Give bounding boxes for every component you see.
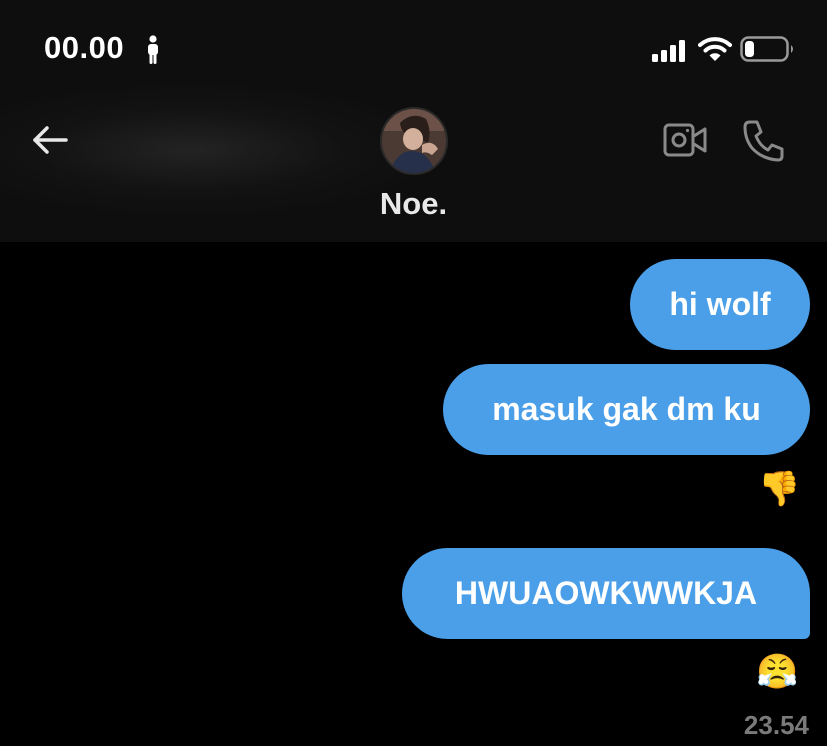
wifi-icon — [698, 37, 732, 61]
back-arrow-button[interactable] — [30, 120, 70, 160]
thumbs-down-reaction-icon[interactable]: 👎 — [758, 472, 800, 506]
message-text: hi wolf — [669, 286, 771, 322]
person-icon — [148, 35, 158, 64]
steaming-face-reaction-icon[interactable]: 😤 — [756, 655, 798, 689]
avatar-photo — [382, 109, 446, 173]
contact-name[interactable]: Noe. — [0, 186, 827, 222]
cellular-signal-icon — [652, 40, 685, 62]
chat-header: 00.00 Noe. — [0, 0, 827, 242]
message-bubble-outgoing[interactable]: masuk gak dm ku — [443, 364, 810, 455]
status-time: 00.00 — [44, 30, 125, 65]
video-call-button[interactable] — [663, 122, 707, 158]
message-bubble-outgoing[interactable]: hi wolf — [630, 259, 810, 350]
message-text: masuk gak dm ku — [492, 391, 761, 427]
battery-low-icon — [740, 36, 793, 62]
message-bubble-outgoing[interactable]: HWUAOWKWWKJA — [402, 548, 810, 639]
message-timestamp: 23.54 — [743, 710, 809, 740]
message-text: HWUAOWKWWKJA — [454, 575, 758, 611]
chat-screen: 00.00 Noe. hi wolf masuk gak dm ku 👎 HWU… — [0, 0, 827, 746]
voice-call-button[interactable] — [742, 118, 786, 162]
contact-avatar[interactable] — [380, 107, 448, 175]
